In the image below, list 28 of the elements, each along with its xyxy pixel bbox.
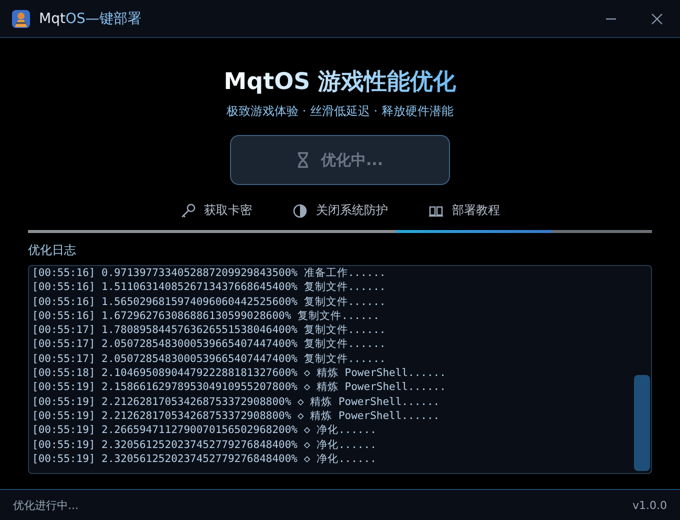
contrast-icon [292, 202, 308, 218]
log-line: [00:55:16] 1.5110631408526713437668645400% 复制文件...... [32, 280, 387, 295]
log-line: [00:55:19] 2.3205612520237452779276848400% ◇ 净化...... [32, 452, 378, 466]
version-label: v1.0.0 [632, 498, 667, 512]
log-line: [00:55:16] 1.672962763086886130599028600% 复制文件...... [32, 308, 380, 324]
log-line: [00:55:19] 2.2665947112790070156502968200% ◇ 净化...... [32, 423, 378, 438]
log-line: [00:55:19] 2.212628170534268753372908800% ◇ 精炼 PowerShell...... [32, 408, 441, 424]
link[interactable]: 部署教程 [428, 202, 500, 219]
log-line: [00:55:16] 1.5650296815974096060442525600% 复制文件...... [32, 294, 387, 309]
log-line: [00:55:19] 2.1586616297895304910955207800% ◇ 精炼 PowerShell...... [32, 380, 447, 395]
log-line: [00:55:17] 2.0507285483000539665407447400% 复制文件...... [32, 352, 387, 366]
log-line: [00:55:16] 0.9713977334052887209929843500% 准备工作...... [32, 266, 387, 280]
log-line: [00:55:17] 2.0507285483000539665407447400% 复制文件...... [32, 337, 387, 352]
scrollbar-thumb[interactable] [634, 375, 650, 471]
app-logo-icon [12, 10, 30, 28]
close-icon [651, 12, 663, 24]
hourglass-icon [296, 152, 309, 168]
log-line: [00:55:18] 2.1046950890447922288181327600% ◇ 精炼 PowerShell...... [32, 366, 447, 380]
status-text: 优化进行中... [13, 498, 78, 512]
link[interactable]: 关闭系统防护 [292, 202, 388, 219]
key-icon [180, 202, 196, 218]
window-title: MqtOS—键部署 [39, 10, 142, 28]
app-subtitle: 极致游戏体验 · 丝滑低延迟 · 释放硬件潜能 [226, 103, 454, 120]
log-line: [00:55:17] 1.7808958445763626551538046400% 复制文件...... [32, 323, 387, 338]
log-line: [00:55:19] 2.212628170534268753372908800% ◇ 精炼 PowerShell...... [32, 394, 441, 409]
log-title: 优化日志 [28, 242, 76, 259]
link[interactable]: 获取卡密 [180, 202, 252, 219]
log-line: [00:55:19] 2.3205612520237452779276848400% ◇ 净化...... [32, 438, 378, 452]
